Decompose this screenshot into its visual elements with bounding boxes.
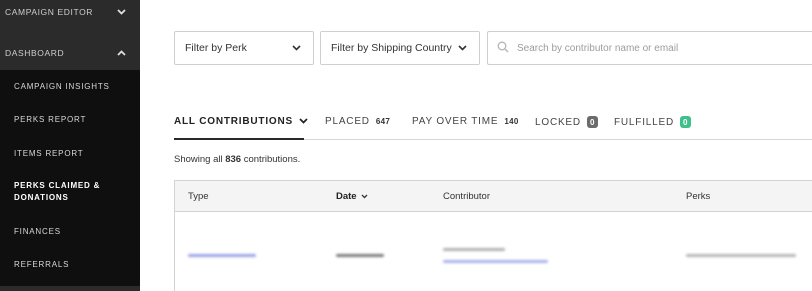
- tab-label: LOCKED: [535, 116, 581, 128]
- filter-by-country-select[interactable]: Filter by Shipping Country: [320, 31, 480, 65]
- tab-pay-over-time[interactable]: PAY OVER TIME 140: [412, 116, 519, 127]
- tab-fulfilled[interactable]: FULFILLED 0: [614, 116, 692, 128]
- chevron-down-icon: [299, 116, 308, 127]
- contributions-table: Type Date Contributor Perks: [174, 180, 812, 291]
- sort-chevron-icon: [361, 191, 368, 202]
- sidebar: CAMPAIGN EDITOR DASHBOARD CAMPAIGN INSIG…: [0, 0, 140, 291]
- sidebar-section-campaign-editor[interactable]: CAMPAIGN EDITOR: [0, 4, 140, 20]
- sidebar-section-dashboard[interactable]: DASHBOARD: [0, 45, 140, 61]
- redacted-contributor-email: [443, 260, 548, 263]
- active-tab-underline: [174, 138, 304, 140]
- filter-by-country-label: Filter by Shipping Country: [331, 42, 452, 54]
- sidebar-item-finances[interactable]: FINANCES: [14, 226, 130, 238]
- column-header-date[interactable]: Date: [336, 191, 368, 202]
- redacted-contributor-name: [443, 248, 505, 251]
- sidebar-item-campaign-insights[interactable]: CAMPAIGN INSIGHTS: [14, 81, 130, 93]
- tab-count: 140: [504, 117, 519, 126]
- chevron-down-icon: [458, 42, 467, 54]
- sidebar-section-label: CAMPAIGN EDITOR: [5, 7, 94, 17]
- redacted-date: [336, 254, 384, 257]
- summary-suffix: contributions.: [243, 154, 301, 165]
- tab-count: 647: [375, 117, 391, 126]
- search-input[interactable]: [517, 42, 797, 54]
- main-content: Filter by Perk Filter by Shipping Countr…: [140, 0, 812, 291]
- redacted-perks: [686, 254, 796, 257]
- search-box: [487, 31, 812, 65]
- contribution-tabs: ALL CONTRIBUTIONS PLACED 647 PAY OVER TI…: [174, 110, 812, 140]
- sidebar-item-perks-report[interactable]: PERKS REPORT: [14, 114, 130, 126]
- chevron-down-icon: [292, 42, 301, 54]
- tab-locked[interactable]: LOCKED 0: [535, 116, 599, 128]
- column-header-perks: Perks: [686, 191, 711, 202]
- redacted-type-link: [188, 254, 256, 257]
- sidebar-item-perks-claimed-donations[interactable]: PERKS CLAIMED & DONATIONS: [14, 180, 130, 204]
- chevron-down-icon: [116, 7, 126, 17]
- tab-label: ALL CONTRIBUTIONS: [174, 116, 293, 127]
- tab-all-contributions[interactable]: ALL CONTRIBUTIONS: [174, 116, 308, 127]
- sidebar-footer-strip: [0, 286, 140, 291]
- filter-by-perk-select[interactable]: Filter by Perk: [174, 31, 314, 65]
- summary-prefix: Showing all: [174, 154, 223, 165]
- tab-label: PAY OVER TIME: [412, 116, 499, 127]
- sidebar-section-label: DASHBOARD: [5, 48, 65, 58]
- results-summary: Showing all 836 contributions.: [174, 154, 300, 165]
- filter-by-perk-label: Filter by Perk: [185, 42, 247, 54]
- sidebar-dashboard-submenu: CAMPAIGN INSIGHTS PERKS REPORT ITEMS REP…: [0, 70, 140, 286]
- filter-bar: Filter by Perk Filter by Shipping Countr…: [174, 31, 480, 65]
- summary-count: 836: [225, 154, 242, 165]
- status-badge: 0: [586, 116, 599, 128]
- column-header-type: Type: [188, 191, 209, 202]
- chevron-up-icon: [116, 48, 126, 58]
- tab-placed[interactable]: PLACED 647: [325, 116, 390, 127]
- tab-label: PLACED: [325, 116, 370, 127]
- table-row[interactable]: [175, 213, 812, 291]
- column-header-contributor: Contributor: [443, 191, 490, 202]
- tab-label: FULFILLED: [614, 116, 674, 128]
- search-icon: [497, 41, 509, 56]
- column-header-label: Date: [336, 191, 357, 202]
- sidebar-item-items-report[interactable]: ITEMS REPORT: [14, 148, 130, 160]
- table-header: Type Date Contributor Perks: [175, 181, 812, 212]
- sidebar-item-referrals[interactable]: REFERRALS: [14, 259, 130, 271]
- status-badge: 0: [680, 116, 692, 128]
